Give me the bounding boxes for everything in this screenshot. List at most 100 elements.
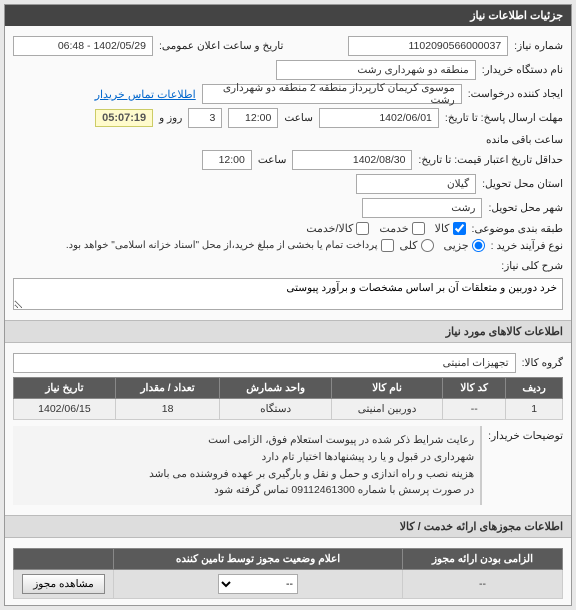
- check-goods-service-label: کالا/خدمت: [306, 222, 353, 235]
- purchase-type-label: نوع فرآیند خرید :: [491, 240, 563, 252]
- note-line-2: هزینه نصب و راه اندازی و حمل و نقل و بار…: [19, 466, 474, 483]
- row-need-desc: شرح کلی نیاز:: [13, 256, 563, 310]
- permit-row: -- -- مشاهده مجوز: [14, 570, 563, 599]
- check-goods-box[interactable]: [453, 222, 466, 235]
- th-action: [14, 549, 114, 570]
- row-buyer-org: نام دستگاه خریدار: منطقه دو شهرداری رشت: [13, 60, 563, 80]
- check-goods-service[interactable]: کالا/خدمت: [306, 222, 369, 235]
- buyer-contact-link[interactable]: اطلاعات تماس خریدار: [95, 88, 196, 101]
- view-permit-button[interactable]: مشاهده مجوز: [22, 574, 105, 594]
- permits-head-row: الزامی بودن ارائه مجوز اعلام وضعیت مجوز …: [14, 549, 563, 570]
- city-label: شهر محل تحویل:: [488, 202, 563, 214]
- validity-date: 1402/08/30: [292, 150, 412, 170]
- panel-body: شماره نیاز: 1102090566000037 تاریخ و ساع…: [5, 26, 571, 320]
- note-line-1: شهرداری در قبول و یا رد پیشنهادها اختیار…: [19, 449, 474, 466]
- need-number-label: شماره نیاز:: [514, 40, 563, 52]
- goods-group-value: تجهیزات امنیتی: [13, 353, 516, 373]
- row-goods-group: گروه کالا: تجهیزات امنیتی: [13, 353, 563, 373]
- province-value: گیلان: [356, 174, 476, 194]
- check-goods[interactable]: کالا: [435, 222, 466, 235]
- radio-full[interactable]: کلی: [400, 239, 434, 252]
- reply-deadline-label: مهلت ارسال پاسخ: تا تاریخ:: [445, 112, 563, 124]
- note-line-0: رعایت شرایط ذکر شده در پیوست استعلام فوق…: [19, 432, 474, 449]
- row-category: طبقه بندی موضوعی: کالا خدمت کالا/خدمت: [13, 222, 563, 235]
- public-announce-label: تاریخ و ساعت اعلان عمومی:: [159, 40, 283, 52]
- need-details-panel: جزئیات اطلاعات نیاز شماره نیاز: 11020905…: [4, 4, 572, 606]
- panel-title: جزئیات اطلاعات نیاز: [5, 5, 571, 26]
- payment-note-box[interactable]: [381, 239, 394, 252]
- buyer-org-label: نام دستگاه خریدار:: [482, 64, 563, 76]
- permit-status-select[interactable]: --: [218, 574, 298, 594]
- reply-deadline-time: 12:00: [228, 108, 278, 128]
- table-row[interactable]: 1 -- دوربین امنیتی دستگاه 18 1402/06/15: [14, 399, 563, 420]
- permits-header: اطلاعات مجوزهای ارائه خدمت / کالا: [5, 515, 571, 538]
- time-label-2: ساعت: [258, 154, 287, 166]
- requester-value: موسوی کریمان کارپرداز منطقه 2 منطقه دو ش…: [202, 84, 462, 104]
- requester-label: ایجاد کننده درخواست:: [468, 88, 563, 100]
- need-desc-text: [13, 278, 563, 310]
- cell-qty: 18: [115, 399, 219, 420]
- buyer-notes-box: رعایت شرایط ذکر شده در پیوست استعلام فوق…: [13, 426, 482, 505]
- cell-name: دوربین امنیتی: [331, 399, 442, 420]
- countdown-timer: 05:07:19: [95, 109, 153, 127]
- purchase-type-radios: جزیی کلی: [400, 239, 485, 252]
- permit-status-cell: --: [114, 570, 403, 599]
- permit-mandatory-cell: --: [403, 570, 563, 599]
- th-status: اعلام وضعیت مجوز توسط تامین کننده: [114, 549, 403, 570]
- check-goods-service-box[interactable]: [356, 222, 369, 235]
- items-table: ردیف کد کالا نام کالا واحد شمارش تعداد /…: [13, 377, 563, 420]
- items-body: گروه کالا: تجهیزات امنیتی ردیف کد کالا ن…: [5, 343, 571, 515]
- reply-deadline-date: 1402/06/01: [319, 108, 439, 128]
- category-checks: کالا خدمت کالا/خدمت: [306, 222, 465, 235]
- row-reply-deadline: مهلت ارسال پاسخ: تا تاریخ: 1402/06/01 سا…: [13, 108, 563, 146]
- permit-action-cell: مشاهده مجوز: [14, 570, 114, 599]
- permits-body: الزامی بودن ارائه مجوز اعلام وضعیت مجوز …: [5, 538, 571, 605]
- row-validity: حداقل تاریخ اعتبار قیمت: تا تاریخ: 1402/…: [13, 150, 563, 170]
- buyer-notes-label: توضیحات خریدار:: [488, 426, 563, 442]
- validity-label: حداقل تاریخ اعتبار قیمت: تا تاریخ:: [418, 154, 563, 166]
- radio-full-label: کلی: [400, 239, 418, 252]
- days-left: 3: [188, 108, 222, 128]
- need-desc-label: شرح کلی نیاز:: [501, 256, 563, 272]
- payment-note-text: پرداخت تمام یا بخشی از مبلغ خرید،از محل …: [66, 240, 378, 251]
- public-announce-value: 1402/05/29 - 06:48: [13, 36, 153, 56]
- check-service-box[interactable]: [412, 222, 425, 235]
- radio-partial[interactable]: جزیی: [444, 239, 485, 252]
- th-name: نام کالا: [331, 378, 442, 399]
- items-table-head-row: ردیف کد کالا نام کالا واحد شمارش تعداد /…: [14, 378, 563, 399]
- buyer-org-value: منطقه دو شهرداری رشت: [276, 60, 476, 80]
- radio-partial-input[interactable]: [472, 239, 485, 252]
- validity-time: 12:00: [202, 150, 252, 170]
- category-label: طبقه بندی موضوعی:: [472, 223, 563, 235]
- payment-note-check[interactable]: پرداخت تمام یا بخشی از مبلغ خرید،از محل …: [66, 239, 394, 252]
- row-province: استان محل تحویل: گیلان: [13, 174, 563, 194]
- province-label: استان محل تحویل:: [482, 178, 563, 190]
- note-line-3: در صورت پرسش با شماره 09112461300 تماس گ…: [19, 482, 474, 499]
- row-buyer-notes: توضیحات خریدار: رعایت شرایط ذکر شده در پ…: [13, 426, 563, 505]
- check-service[interactable]: خدمت: [379, 222, 424, 235]
- time-label-1: ساعت: [284, 112, 313, 124]
- cell-code: --: [443, 399, 506, 420]
- th-row: ردیف: [506, 378, 563, 399]
- cell-unit: دستگاه: [220, 399, 332, 420]
- row-requester: ایجاد کننده درخواست: موسوی کریمان کارپرد…: [13, 84, 563, 104]
- city-value: رشت: [362, 198, 482, 218]
- cell-date: 1402/06/15: [14, 399, 116, 420]
- row-purchase-type: نوع فرآیند خرید : جزیی کلی پرداخت تمام ی…: [13, 239, 563, 252]
- items-header: اطلاعات کالاهای مورد نیاز: [5, 320, 571, 343]
- check-goods-label: کالا: [435, 222, 450, 235]
- th-qty: تعداد / مقدار: [115, 378, 219, 399]
- need-number-value: 1102090566000037: [348, 36, 508, 56]
- th-date: تاریخ نیاز: [14, 378, 116, 399]
- cell-row: 1: [506, 399, 563, 420]
- row-city: شهر محل تحویل: رشت: [13, 198, 563, 218]
- permits-table: الزامی بودن ارائه مجوز اعلام وضعیت مجوز …: [13, 548, 563, 599]
- goods-group-label: گروه کالا:: [522, 357, 563, 369]
- days-unit: روز و: [159, 112, 182, 124]
- row-need-number: شماره نیاز: 1102090566000037 تاریخ و ساع…: [13, 36, 563, 56]
- th-code: کد کالا: [443, 378, 506, 399]
- th-unit: واحد شمارش: [220, 378, 332, 399]
- th-mandatory: الزامی بودن ارائه مجوز: [403, 549, 563, 570]
- radio-full-input[interactable]: [421, 239, 434, 252]
- check-service-label: خدمت: [379, 222, 408, 235]
